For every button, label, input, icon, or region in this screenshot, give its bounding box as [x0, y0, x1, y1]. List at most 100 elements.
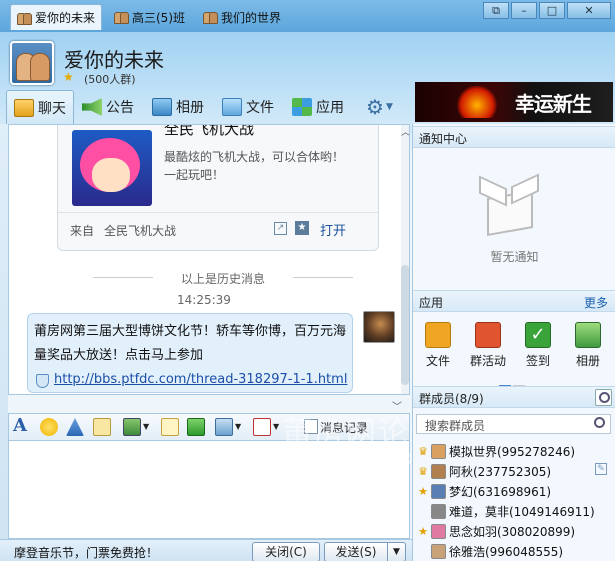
star-icon: ★: [63, 70, 74, 84]
nav-apps[interactable]: 应用: [292, 90, 344, 124]
group-title[interactable]: 爱你的未来: [64, 44, 164, 73]
nav-notice[interactable]: 公告: [82, 90, 134, 124]
empty-box-icon: [479, 173, 539, 237]
app-file[interactable]: 文件: [415, 322, 461, 369]
chevron-down-icon[interactable]: ▼: [235, 422, 243, 440]
nav-notice-label: 公告: [106, 100, 134, 116]
share-icon[interactable]: ↗: [274, 222, 287, 235]
search-icon[interactable]: [595, 389, 612, 406]
qq-group-chat-window: 爱你的未来 高三(5)班 我们的世界 ⧉ – □ ✕ 爱你的未来 ★ (500人…: [0, 0, 615, 561]
member-name: 难道，莫非(1049146911): [449, 504, 595, 519]
chevron-down-icon[interactable]: ▼: [143, 422, 151, 440]
emoji-icon[interactable]: [40, 418, 58, 436]
star-icon: ★: [418, 524, 428, 538]
member-name: 阿秋(237752305): [449, 464, 552, 479]
notify-empty-text: 暂无通知: [490, 250, 539, 264]
minimize-button[interactable]: –: [511, 2, 537, 19]
card-description: 最酷炫的飞机大战，可以合体哟！一起玩吧！: [164, 150, 345, 182]
group-icon: [114, 11, 129, 24]
nav-chat[interactable]: 聊天: [6, 90, 74, 124]
group-avatar[interactable]: [10, 41, 54, 85]
app-album[interactable]: 相册: [565, 322, 611, 369]
send-options-chevron-icon[interactable]: ▼: [388, 542, 406, 561]
app-label: 群活动: [469, 354, 506, 368]
send-button[interactable]: 发送(S): [324, 542, 388, 561]
settings-icon[interactable]: ⚙ ▼: [366, 90, 393, 124]
apps-grid-icon: [292, 98, 312, 116]
app-group-activity[interactable]: 群活动: [465, 322, 511, 369]
nav-files[interactable]: 文件: [222, 90, 274, 124]
member-row[interactable]: ★ 梦幻(631698961): [417, 480, 613, 502]
card-from-label: 来自: [70, 224, 95, 238]
member-row[interactable]: 难道，莫非(1049146911): [417, 500, 613, 522]
message-link[interactable]: http://bbs.ptfdc.com/thread-318297-1-1.h…: [54, 372, 347, 387]
close-window-button[interactable]: ✕: [567, 2, 611, 19]
card-title[interactable]: 全民飞机大战: [164, 125, 254, 139]
member-row[interactable]: 徐雅浩(996048555): [417, 540, 613, 561]
card-from-name[interactable]: 全民飞机大战: [104, 222, 176, 239]
history-separator: 以上是历史消息: [93, 270, 353, 286]
member-row[interactable]: ♛ 模拟世界(995278246): [417, 440, 613, 462]
group-icon: [17, 12, 32, 25]
restore-button[interactable]: ⧉: [483, 2, 509, 19]
screenshot-icon[interactable]: [215, 418, 233, 436]
message-text: 莆房网第三届大型博饼文化节！轿车等你博，百万元海量奖品大放送！点击马上参加: [34, 324, 347, 363]
admin-crown-icon: ♛: [418, 464, 428, 478]
nav-apps-label: 应用: [316, 100, 344, 116]
tab-chat-2[interactable]: 高三(5)班: [108, 4, 191, 30]
maximize-button[interactable]: □: [539, 2, 565, 19]
chat-scrollbar-thumb[interactable]: [401, 265, 409, 385]
member-name: 思念如羽(308020899): [449, 524, 576, 539]
chevron-down-icon[interactable]: ▼: [273, 422, 281, 440]
notify-title: 通知中心: [419, 132, 468, 146]
members-title: 群成员(8/9): [419, 392, 484, 406]
members-header: 群成员(8/9): [413, 386, 615, 408]
banner-text: 幸运新生: [515, 92, 592, 116]
gift-icon[interactable]: [253, 418, 271, 436]
member-row[interactable]: ★ 思念如羽(308020899): [417, 520, 613, 542]
favorite-star-icon[interactable]: ★: [295, 221, 309, 235]
open-link[interactable]: 打开: [320, 220, 346, 239]
nav-album-label: 相册: [176, 100, 204, 116]
collapse-up-icon[interactable]: ︿: [401, 125, 409, 138]
chat-history-pane[interactable]: 全民飞机大战 最酷炫的飞机大战，可以合体哟！一起玩吧！ 来自 全民飞机大战 ↗ …: [8, 124, 410, 395]
shield-icon: [36, 374, 49, 388]
tab-label: 高三(5)班: [132, 10, 185, 25]
game-ad-banner[interactable]: 幸运新生: [415, 82, 613, 122]
member-row[interactable]: ♛ 阿秋(237752305) ✎: [417, 460, 613, 482]
notify-header: 通知中心: [413, 126, 615, 148]
shake-icon[interactable]: [66, 418, 84, 436]
sender-avatar[interactable]: [363, 311, 395, 343]
divider: [58, 212, 378, 213]
image-icon[interactable]: [123, 418, 141, 436]
chat-tab-strip: 爱你的未来 高三(5)班 我们的世界 ⧉ – □ ✕: [0, 0, 615, 32]
font-icon[interactable]: A: [13, 415, 31, 436]
message-bubble: 莆房网第三届大型博饼文化节！轿车等你博，百万元海量奖品大放送！点击马上参加 ht…: [27, 313, 353, 393]
group-member-count: (500人群): [84, 73, 136, 86]
chat-icon: [14, 98, 34, 117]
folder-icon: [222, 98, 242, 116]
folder-icon: [425, 322, 451, 348]
doc-icon[interactable]: [161, 418, 179, 436]
tab-chat-3[interactable]: 我们的世界: [197, 4, 287, 30]
music-icon[interactable]: [187, 418, 205, 436]
nav-album[interactable]: 相册: [152, 90, 204, 124]
app-share-card[interactable]: 全民飞机大战 最酷炫的飞机大战，可以合体哟！一起玩吧！ 来自 全民飞机大战 ↗ …: [57, 125, 379, 251]
app-label: 文件: [425, 354, 450, 368]
app-page-indicator[interactable]: [499, 376, 529, 387]
left-border: [0, 124, 8, 561]
edit-icon[interactable]: ✎: [595, 463, 607, 475]
app-checkin[interactable]: ✓ 签到: [515, 322, 561, 369]
promo-link[interactable]: 摩登音乐节，门票免费抢！: [14, 544, 158, 561]
note-icon[interactable]: [93, 418, 111, 436]
apps-more-link[interactable]: 更多: [584, 294, 608, 311]
close-button[interactable]: 关闭(C): [252, 542, 320, 561]
tab-chat-1[interactable]: 爱你的未来: [10, 4, 103, 30]
game-thumbnail[interactable]: [72, 130, 152, 206]
member-search-input[interactable]: 搜索群成员: [416, 414, 611, 434]
avatar: [431, 463, 446, 479]
search-icon: [594, 417, 605, 428]
nav-chat-label: 聊天: [38, 100, 66, 117]
photo-icon: [152, 98, 172, 116]
group-icon: [203, 11, 218, 24]
